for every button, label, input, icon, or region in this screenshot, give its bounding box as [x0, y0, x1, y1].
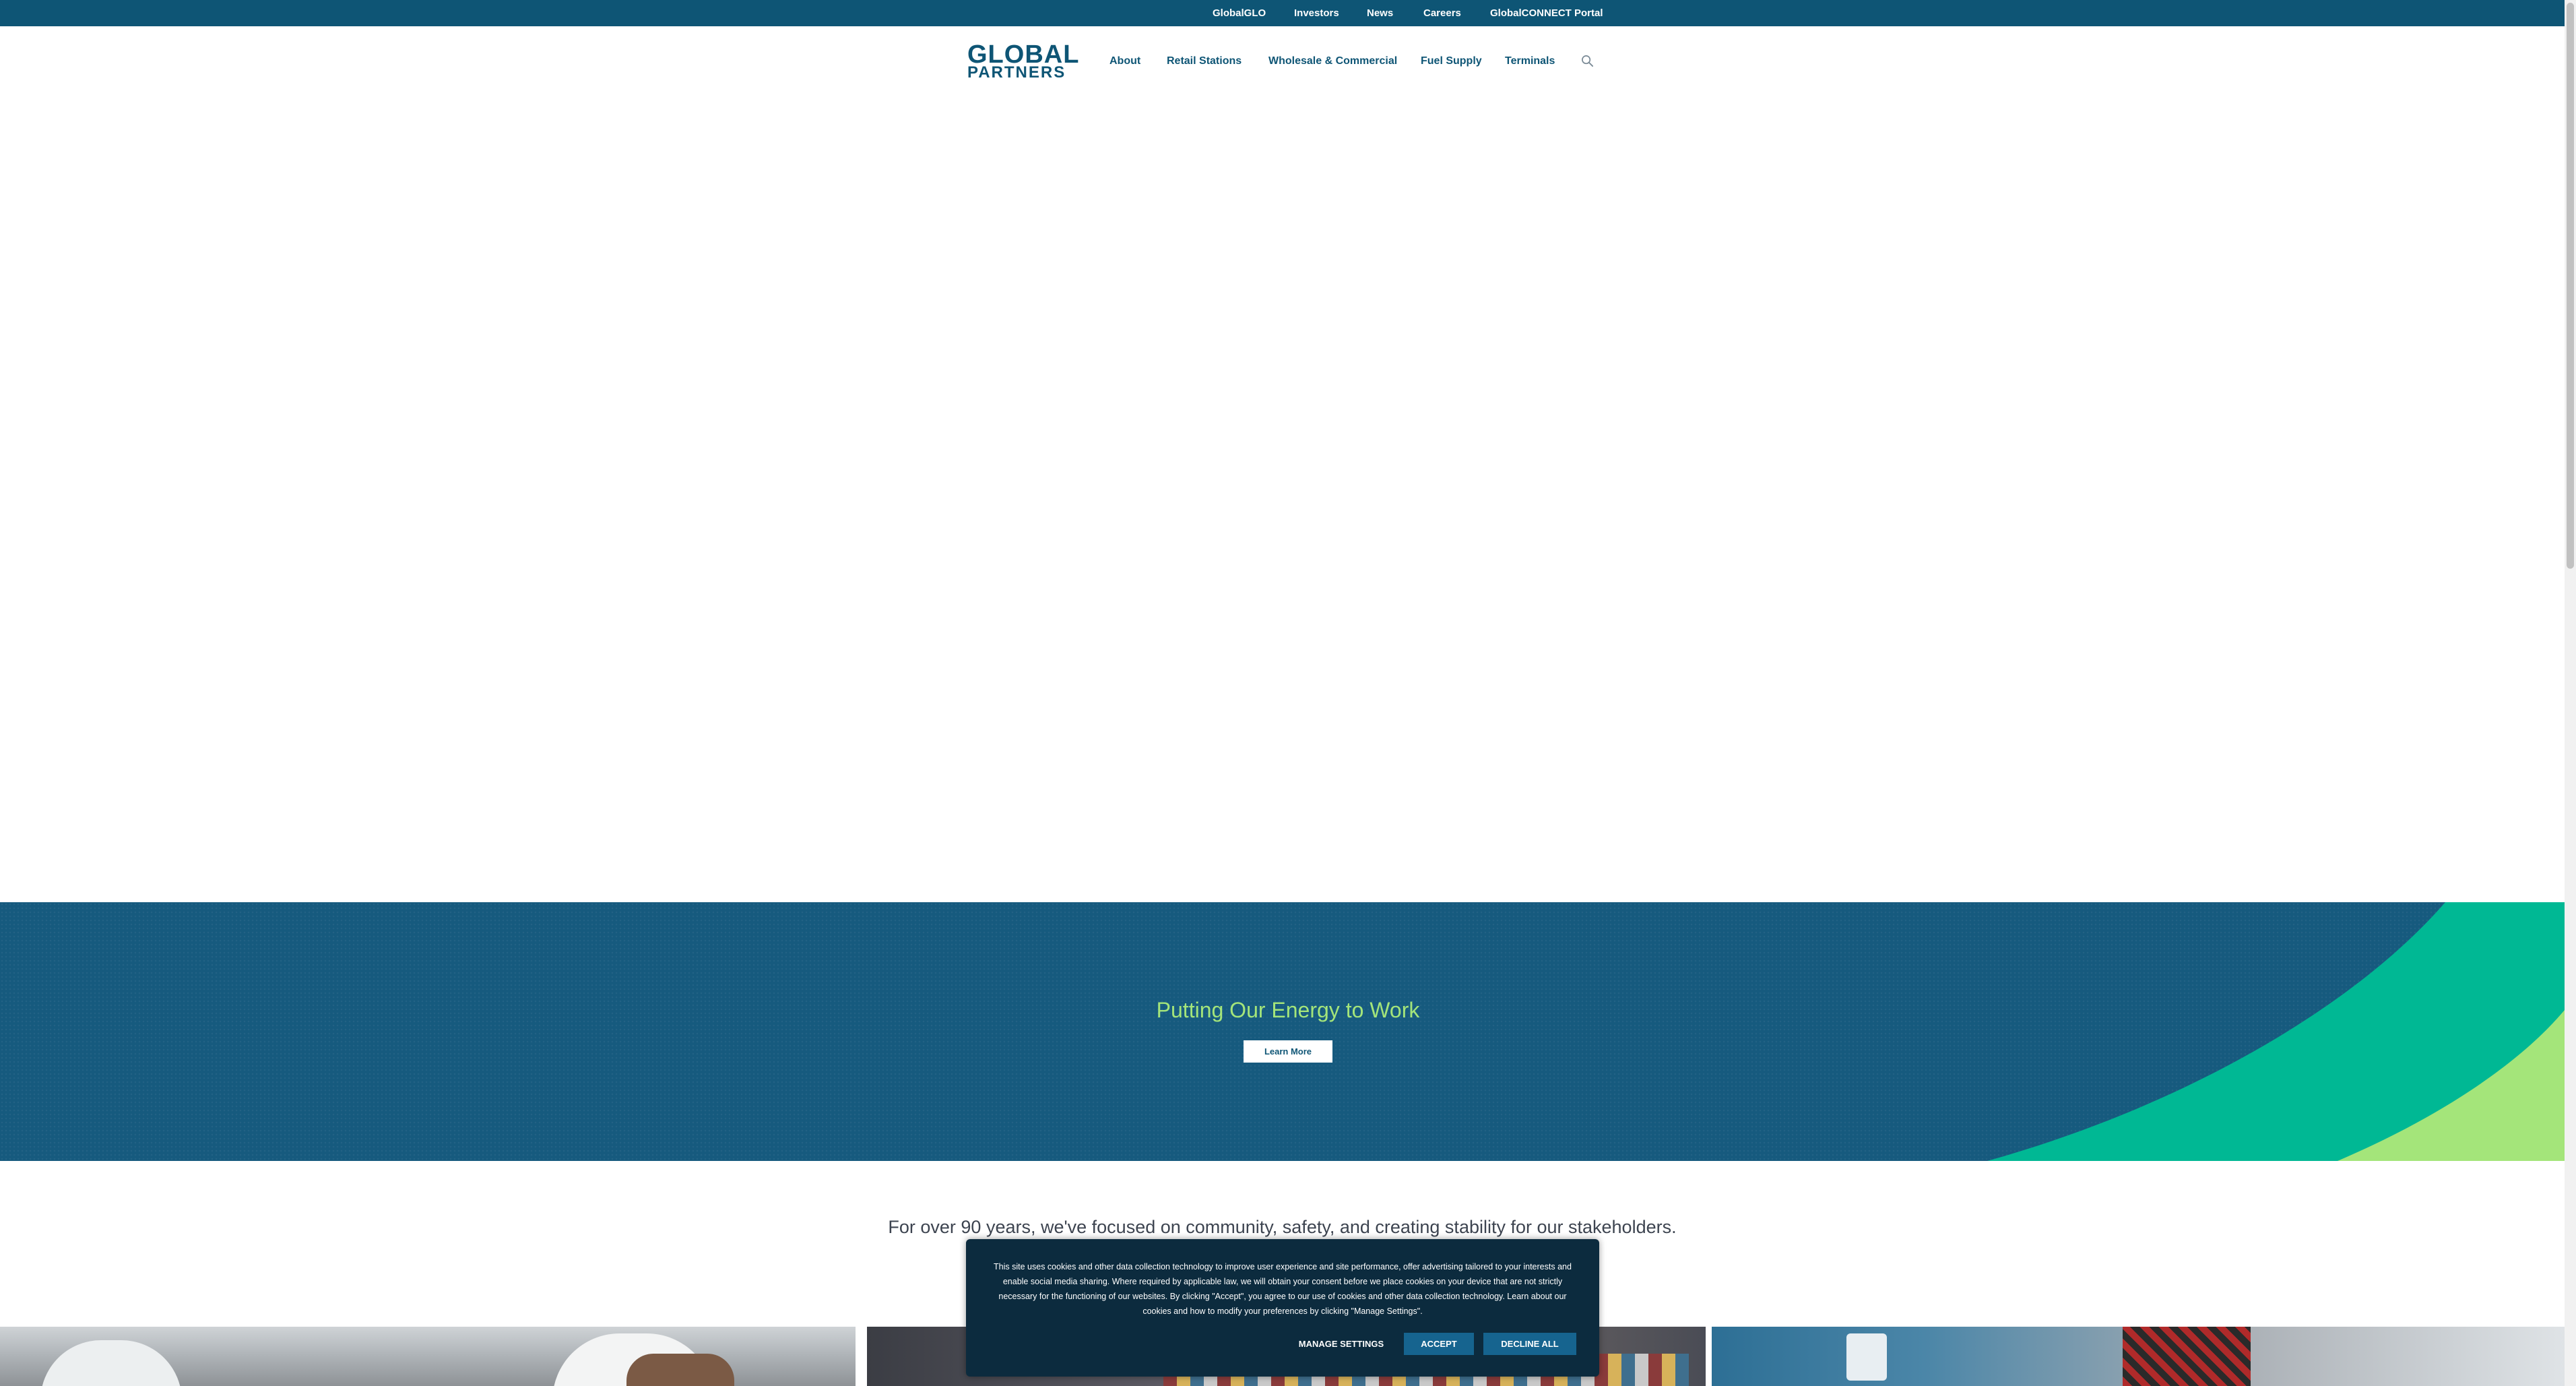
main-header: GLOBAL PARTNERS About Retail Stations Wh…	[0, 26, 2565, 114]
manage-settings-button[interactable]: MANAGE SETTINGS	[1287, 1333, 1395, 1355]
nav-retail-stations[interactable]: Retail Stations	[1167, 53, 1242, 69]
global-partners-logo[interactable]: GLOBAL PARTNERS	[967, 42, 1078, 82]
energy-banner: Putting Our Energy to Work Learn More	[0, 902, 2565, 1161]
utility-link-globalglo[interactable]: GlobalGLO	[1213, 0, 1266, 26]
nav-about[interactable]: About	[1109, 53, 1140, 69]
nav-terminals[interactable]: Terminals	[1505, 53, 1555, 69]
logo-line-2: PARTNERS	[967, 63, 1066, 82]
page-scrollbar[interactable]	[2565, 0, 2576, 1386]
search-icon[interactable]	[1581, 55, 1594, 67]
cookie-consent-text: This site uses cookies and other data co…	[994, 1262, 1572, 1316]
utility-link-investors[interactable]: Investors	[1294, 0, 1339, 26]
page: GlobalGLO Investors News Careers GlobalC…	[0, 0, 2576, 1386]
utility-link-careers[interactable]: Careers	[1423, 0, 1461, 26]
hero-video-area	[0, 114, 2565, 902]
nav-fuel-supply[interactable]: Fuel Supply	[1421, 53, 1482, 69]
utility-link-globalconnect-portal[interactable]: GlobalCONNECT Portal	[1490, 0, 1603, 26]
banner-swoosh-graphic	[1987, 902, 2565, 1161]
scrollbar-thumb[interactable]	[2567, 3, 2574, 569]
banner-title: Putting Our Energy to Work	[1156, 998, 1420, 1022]
learn-more-button[interactable]: Learn More	[1244, 1040, 1332, 1063]
pump-screen-shape	[1846, 1333, 1887, 1381]
image-tile-workers[interactable]	[0, 1327, 856, 1386]
utility-bar: GlobalGLO Investors News Careers GlobalC…	[0, 0, 2565, 26]
intro-text: For over 90 years, we've focused on comm…	[888, 1217, 1677, 1237]
hard-hat-shape	[40, 1340, 182, 1386]
image-tile-fueling[interactable]	[1712, 1327, 2565, 1386]
plaid-shirt-shape	[2123, 1327, 2251, 1386]
decline-all-button[interactable]: DECLINE ALL	[1483, 1333, 1576, 1355]
nav-wholesale-commercial[interactable]: Wholesale & Commercial	[1268, 53, 1397, 69]
accept-button[interactable]: ACCEPT	[1404, 1333, 1474, 1355]
worker-face-shape	[626, 1354, 734, 1386]
utility-link-news[interactable]: News	[1367, 0, 1393, 26]
cookie-consent-dialog: This site uses cookies and other data co…	[966, 1239, 1599, 1377]
